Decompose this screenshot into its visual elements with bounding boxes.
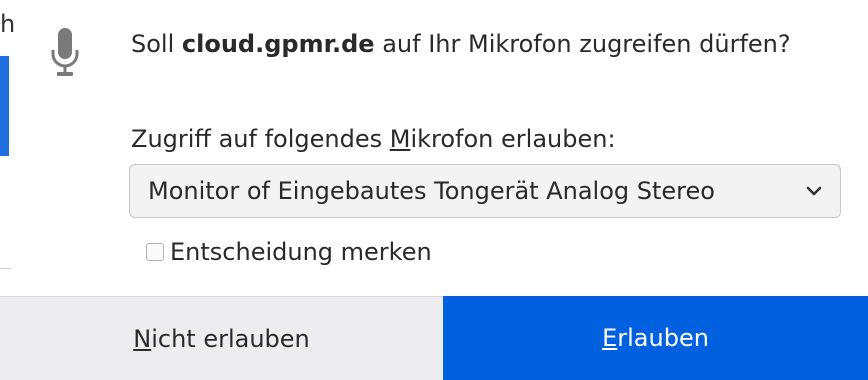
remember-decision-label[interactable]: Entscheidung merken xyxy=(170,238,432,266)
microphone-select-value: Monitor of Eingebautes Tongerät Analog S… xyxy=(148,177,715,205)
allow-access-key: E xyxy=(602,324,618,352)
deny-access-key: N xyxy=(133,324,152,353)
microphone-select[interactable]: Monitor of Eingebautes Tongerät Analog S… xyxy=(129,164,841,218)
remember-decision-checkbox[interactable] xyxy=(146,243,164,261)
background-window-accent xyxy=(0,56,9,156)
access-key: M xyxy=(389,125,411,153)
background-window-text: h xyxy=(0,10,16,38)
action-bar: Nicht erlauben Erlauben xyxy=(0,296,868,380)
microphone-icon xyxy=(51,28,79,76)
permission-question: Soll cloud.gpmr.de auf Ihr Mikrofon zugr… xyxy=(131,30,791,58)
site-host: cloud.gpmr.de xyxy=(181,30,375,58)
remember-decision-option[interactable]: Entscheidung merken xyxy=(146,236,432,268)
chevron-down-icon xyxy=(806,186,822,196)
allow-button[interactable]: Erlauben xyxy=(443,296,868,380)
deny-label: icht erlauben xyxy=(151,324,310,353)
permission-panel: h Soll cloud.gpmr.de auf Ihr Mikrofon zu… xyxy=(0,0,868,380)
device-select-label: Zugriff auf folgendes Mikrofon erlauben: xyxy=(131,125,616,153)
background-window-divider xyxy=(0,268,12,269)
deny-button[interactable]: Nicht erlauben xyxy=(0,296,443,380)
allow-label: rlauben xyxy=(617,324,709,352)
